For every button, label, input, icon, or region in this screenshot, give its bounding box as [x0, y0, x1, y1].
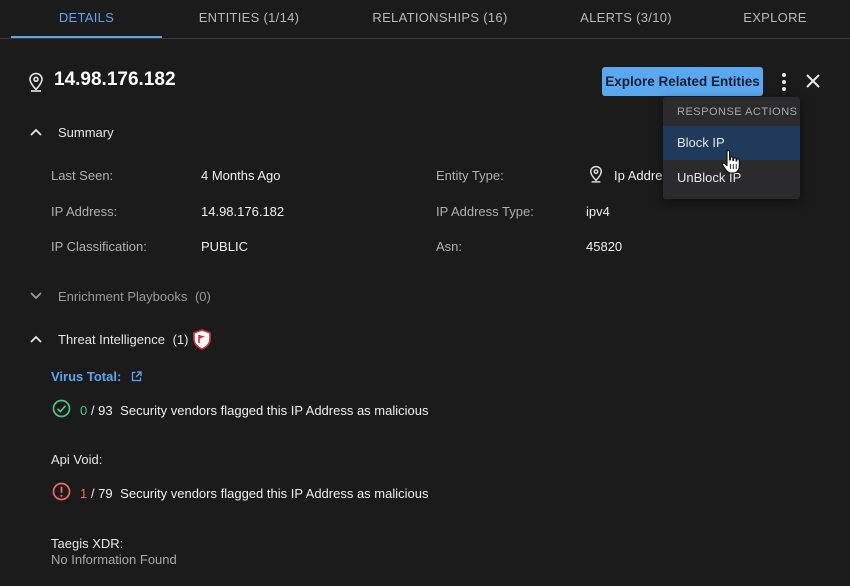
tab-bar: DETAILS ENTITIES (1/14) RELATIONSHIPS (1… — [0, 0, 850, 39]
threat-flag-shield-icon — [193, 329, 211, 350]
field-value: 4 Months Ago — [201, 168, 281, 183]
field-value: ipv4 — [586, 204, 610, 219]
threat-count: (1) — [172, 332, 189, 347]
field-label: Asn: — [436, 239, 463, 254]
api-void-label: Api Void: — [51, 452, 103, 467]
enrichment-heading-label: Enrichment Playbooks — [58, 289, 188, 304]
field-label: Last Seen: — [51, 168, 114, 183]
api-void-total: / 79 — [90, 486, 113, 501]
location-pin-icon — [29, 72, 43, 92]
tab-explore[interactable]: EXPLORE — [735, 0, 815, 38]
virus-total-total: / 93 — [90, 403, 113, 418]
close-icon[interactable] — [804, 72, 822, 90]
chevron-up-icon[interactable] — [30, 335, 42, 343]
virus-total-text: Security vendors flagged this IP Address… — [120, 403, 429, 418]
chevron-down-icon[interactable] — [30, 292, 42, 300]
enrichment-playbooks-heading[interactable]: Enrichment Playbooks (0) — [58, 289, 211, 304]
hand-pointer-cursor-icon — [721, 150, 740, 174]
response-actions-menu: RESPONSE ACTIONS Block IP UnBlock IP — [663, 97, 800, 199]
tab-details[interactable]: DETAILS — [11, 0, 162, 38]
field-label: IP Address: — [51, 204, 118, 219]
enrichment-count: (0) — [194, 289, 211, 304]
api-void-text: Security vendors flagged this IP Address… — [120, 486, 429, 501]
response-actions-heading: RESPONSE ACTIONS — [677, 106, 798, 118]
field-label: IP Classification: — [51, 239, 147, 254]
location-pin-icon — [590, 165, 602, 183]
threat-intelligence-heading[interactable]: Threat Intelligence (1) — [58, 332, 188, 347]
virus-total-label: Virus Total: — [51, 369, 122, 384]
field-value: 14.98.176.182 — [201, 204, 285, 219]
more-options-icon[interactable] — [776, 70, 792, 94]
alert-circle-icon — [52, 482, 71, 501]
tab-relationships[interactable]: RELATIONSHIPS (16) — [360, 0, 520, 38]
summary-heading[interactable]: Summary — [58, 125, 114, 140]
entity-title: 14.98.176.182 — [54, 69, 176, 90]
field-value: 45820 — [586, 239, 623, 254]
taegis-xdr-label: Taegis XDR: — [51, 536, 124, 551]
taegis-xdr-value: No Information Found — [51, 552, 177, 567]
field-label: IP Address Type: — [436, 204, 534, 219]
check-circle-icon — [52, 399, 71, 418]
explore-related-entities-button[interactable]: Explore Related Entities — [602, 67, 763, 96]
external-link-icon — [131, 371, 142, 382]
tab-entities[interactable]: ENTITIES (1/14) — [180, 0, 318, 38]
field-value: PUBLIC — [201, 239, 248, 254]
virus-total-result: 0 / 93 Security vendors flagged this IP … — [80, 403, 428, 418]
api-void-flagged-count: 1 — [80, 486, 88, 501]
threat-heading-label: Threat Intelligence — [58, 332, 165, 347]
field-label: Entity Type: — [436, 168, 504, 183]
chevron-up-icon[interactable] — [30, 128, 42, 136]
virus-total-flagged-count: 0 — [80, 403, 88, 418]
tab-alerts[interactable]: ALERTS (3/10) — [566, 0, 686, 38]
virus-total-link[interactable]: Virus Total: — [51, 369, 142, 384]
api-void-result: 1 / 79 Security vendors flagged this IP … — [80, 486, 428, 501]
